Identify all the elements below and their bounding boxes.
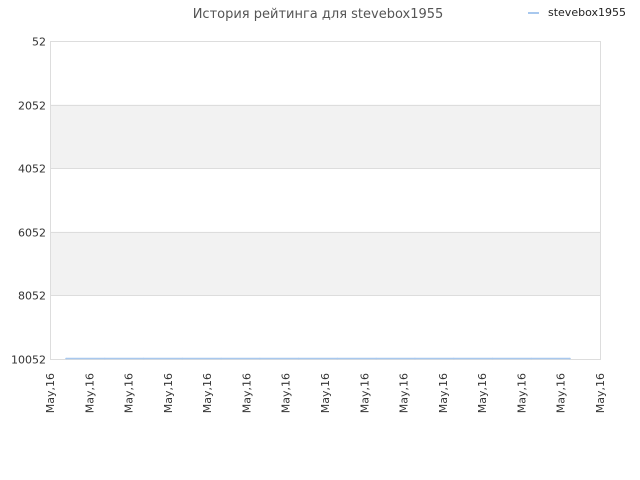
legend-label: stevebox1955 xyxy=(548,6,626,19)
data-point[interactable] xyxy=(452,357,455,360)
y-tick-label: 52 xyxy=(32,36,46,49)
data-point[interactable] xyxy=(491,357,494,360)
x-tick-label: May,16 xyxy=(515,373,528,413)
data-point[interactable] xyxy=(414,357,416,360)
data-point[interactable] xyxy=(181,357,184,360)
rating-history-chart: История рейтинга для stevebox1955 steveb… xyxy=(11,6,626,413)
y-axis: 52 2052 4052 6052 8052 10052 xyxy=(11,36,46,367)
x-tick-label: May,16 xyxy=(358,373,371,413)
x-tick-label: May,16 xyxy=(44,373,57,413)
data-point[interactable] xyxy=(530,357,533,360)
y-tick-label: 4052 xyxy=(18,163,46,176)
y-tick-label: 2052 xyxy=(18,100,46,113)
data-point[interactable] xyxy=(142,357,145,360)
x-tick-label: May,16 xyxy=(476,373,489,413)
y-tick-label: 10052 xyxy=(11,354,46,367)
x-tick-label: May,16 xyxy=(594,373,607,413)
plot-band xyxy=(50,41,600,105)
x-tick-label: May,16 xyxy=(83,373,96,413)
x-axis: May,16 May,16 May,16 May,16 May,16 May,16 May,… xyxy=(44,373,607,413)
x-tick-label: May,16 xyxy=(398,373,411,413)
data-point[interactable] xyxy=(336,357,339,360)
plot-band xyxy=(50,231,600,296)
data-point[interactable] xyxy=(103,357,106,360)
data-point[interactable] xyxy=(569,357,571,360)
legend[interactable]: stevebox1955 xyxy=(528,6,626,19)
x-tick-label: May,16 xyxy=(123,373,136,413)
x-tick-label: May,16 xyxy=(201,373,214,413)
x-tick-label: May,16 xyxy=(240,373,253,413)
plot-bands xyxy=(50,41,600,359)
plot-band xyxy=(50,104,600,169)
x-tick-label: May,16 xyxy=(319,373,332,413)
data-point[interactable] xyxy=(375,357,377,360)
y-tick-label: 8052 xyxy=(18,290,46,303)
chart-title: История рейтинга для stevebox1955 xyxy=(193,7,444,22)
x-tick-label: May,16 xyxy=(280,373,293,413)
data-point[interactable] xyxy=(65,357,67,360)
x-tick-label: May,16 xyxy=(437,373,450,413)
plot-band xyxy=(50,295,600,359)
data-point[interactable] xyxy=(259,357,261,360)
x-tick-label: May,16 xyxy=(162,373,175,413)
data-point[interactable] xyxy=(220,357,222,360)
plot-band xyxy=(50,168,600,232)
x-tick-label: May,16 xyxy=(555,373,568,413)
series-layer xyxy=(65,357,571,360)
y-tick-label: 6052 xyxy=(18,227,46,240)
data-point[interactable] xyxy=(297,357,300,360)
